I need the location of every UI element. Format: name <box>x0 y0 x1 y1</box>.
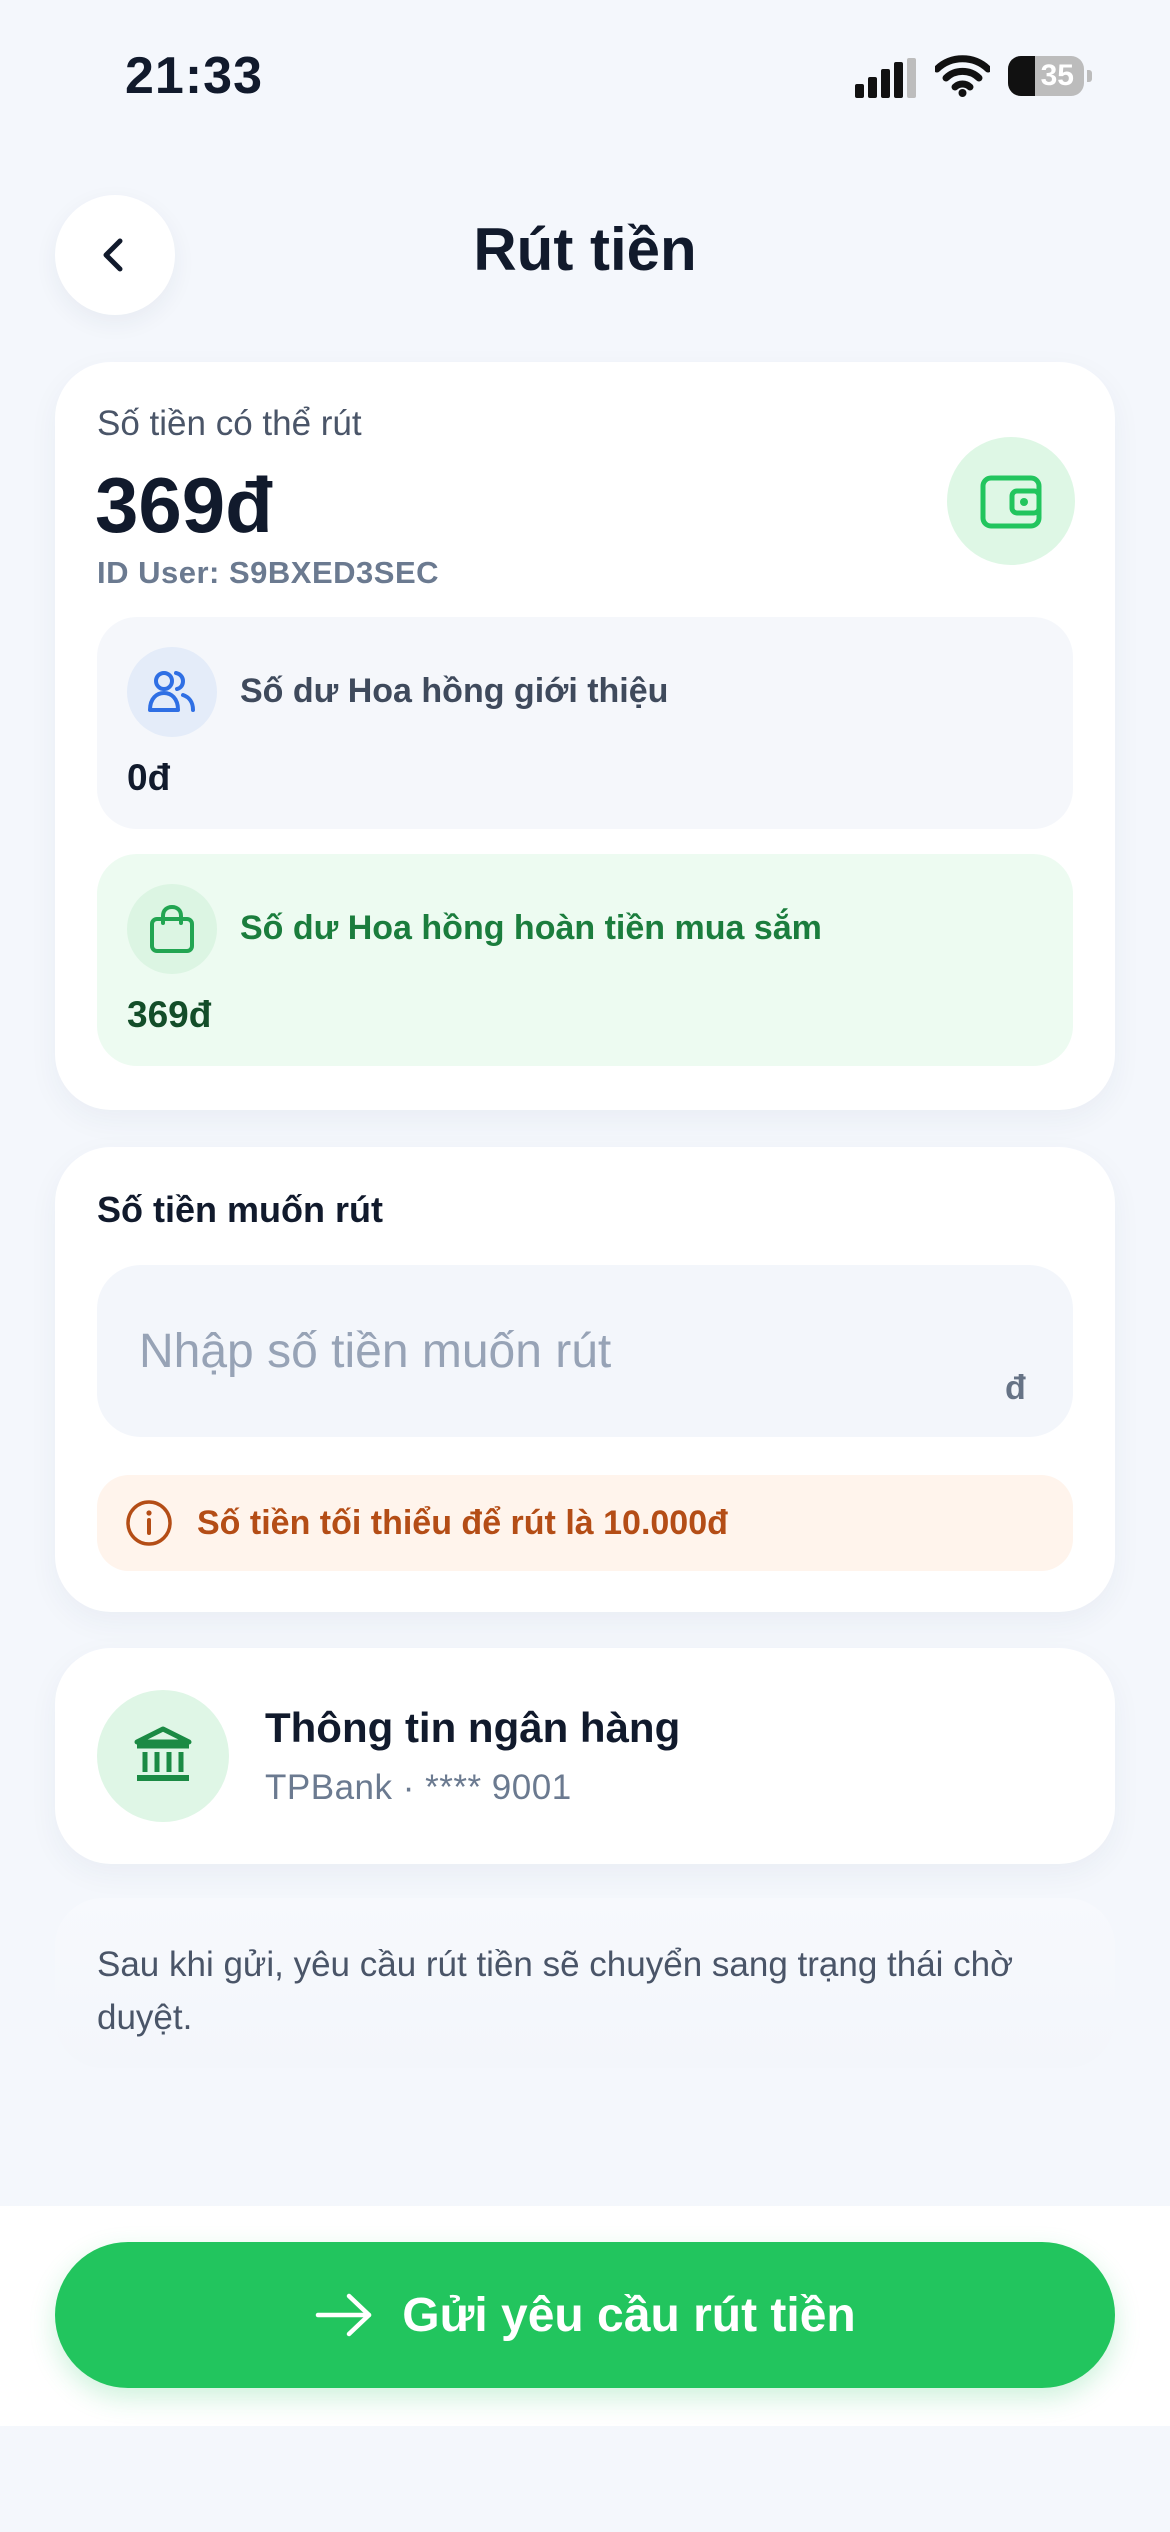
footer-bar: Gửi yêu cầu rút tiền <box>0 2206 1170 2426</box>
minimum-amount-text: Số tiền tối thiểu để rút là 10.000đ <box>197 1504 728 1542</box>
submit-withdraw-label: Gửi yêu cầu rút tiền <box>402 2288 856 2342</box>
withdraw-amount-card: Số tiền muốn rút đ Số tiền tối thiểu để … <box>55 1147 1115 1612</box>
minimum-amount-notice: Số tiền tối thiểu để rút là 10.000đ <box>97 1475 1073 1571</box>
cellular-signal-icon <box>855 58 917 98</box>
users-icon <box>127 647 217 737</box>
referral-commission-title: Số dư Hoa hồng giới thiệu <box>240 672 669 710</box>
bank-icon <box>97 1690 229 1822</box>
available-balance-label: Số tiền có thể rút <box>97 404 362 443</box>
cashback-commission-title: Số dư Hoa hồng hoàn tiền mua sắm <box>240 909 822 947</box>
withdraw-amount-input[interactable] <box>97 1265 1073 1437</box>
battery-icon: 35 <box>1008 56 1092 96</box>
info-icon <box>126 1500 172 1546</box>
withdraw-amount-label: Số tiền muốn rút <box>97 1189 383 1230</box>
submit-withdraw-button[interactable]: Gửi yêu cầu rút tiền <box>55 2242 1115 2388</box>
balance-card: Số tiền có thể rút 369đ ID User: S9BXED3… <box>55 362 1115 1110</box>
referral-commission-box: Số dư Hoa hồng giới thiệu 0đ <box>97 617 1073 829</box>
wallet-icon <box>947 437 1075 565</box>
referral-commission-value: 0đ <box>127 757 171 798</box>
page-title: Rút tiền <box>473 216 697 283</box>
available-balance-amount: 369đ <box>95 461 273 549</box>
currency-symbol: đ <box>1005 1369 1026 1407</box>
cashback-commission-value: 369đ <box>127 994 212 1035</box>
bank-account-detail: TPBank · **** 9001 <box>265 1768 572 1807</box>
status-time: 21:33 <box>125 47 263 105</box>
cashback-commission-box: Số dư Hoa hồng hoàn tiền mua sắm 369đ <box>97 854 1073 1066</box>
status-bar: 21:33 35 <box>0 0 1170 150</box>
shopping-bag-icon <box>127 884 217 974</box>
bank-info-card[interactable]: Thông tin ngân hàng TPBank · **** 9001 <box>55 1648 1115 1864</box>
bank-info-title: Thông tin ngân hàng <box>265 1704 681 1751</box>
battery-percent: 35 <box>1040 59 1074 92</box>
wifi-icon <box>933 55 992 97</box>
pending-approval-note: Sau khi gửi, yêu cầu rút tiền sẽ chuyển … <box>55 1898 1115 2068</box>
pending-approval-text: Sau khi gửi, yêu cầu rút tiền sẽ chuyển … <box>97 1945 1014 2037</box>
user-id: ID User: S9BXED3SEC <box>97 555 440 590</box>
arrow-right-icon <box>315 2293 372 2337</box>
